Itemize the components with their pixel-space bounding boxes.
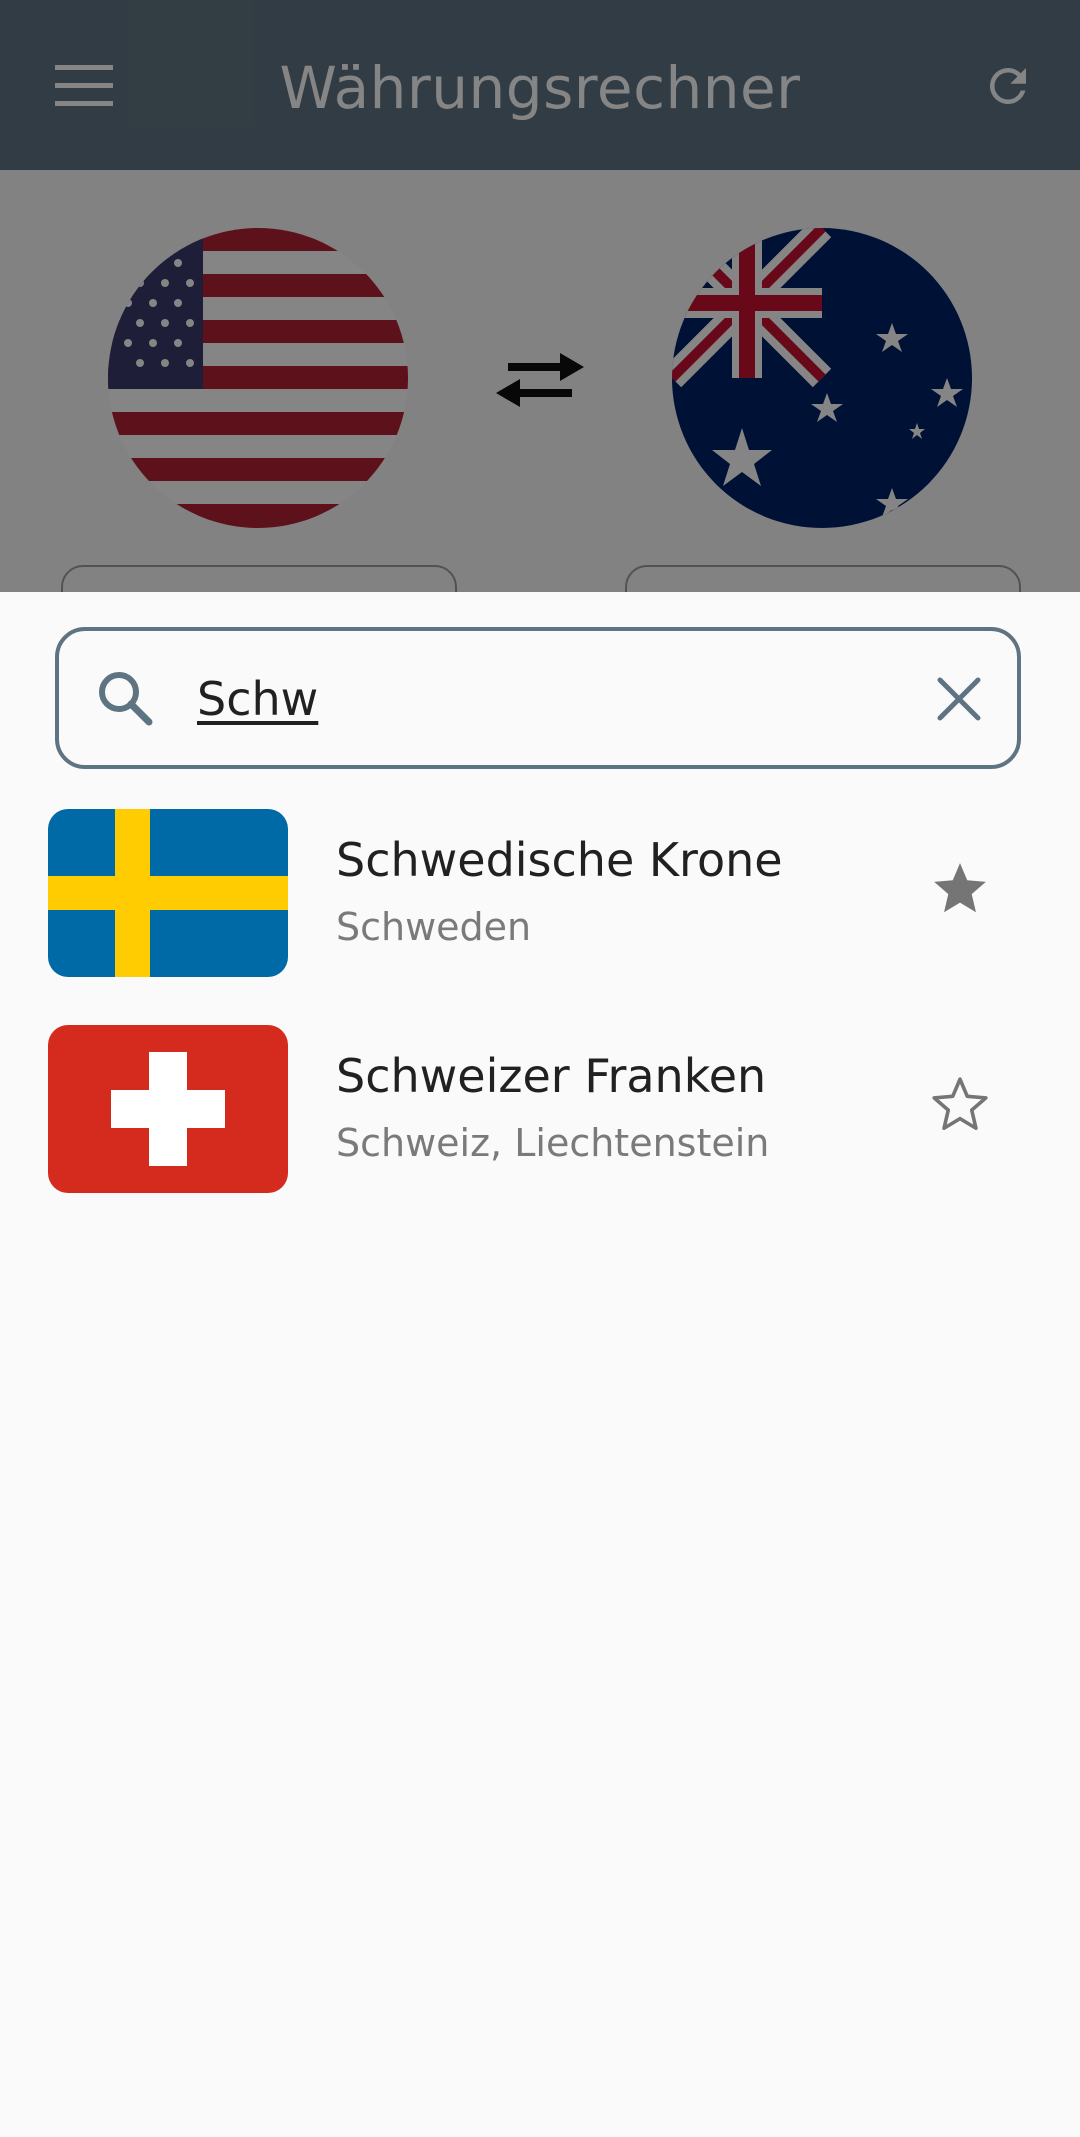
currency-result-list: Schwedische Krone Schweden Schweizer Fra… — [0, 809, 1080, 1241]
ch-flag-icon — [48, 1025, 288, 1193]
search-bar[interactable] — [55, 627, 1021, 769]
list-item[interactable]: Schwedische Krone Schweden — [0, 809, 1080, 1025]
list-item[interactable]: Schweizer Franken Schweiz, Liechtenstein — [0, 1025, 1080, 1241]
favorite-button[interactable] — [920, 1065, 1000, 1145]
currency-name: Schweizer Franken — [336, 1049, 767, 1103]
country-names: Schweiz, Liechtenstein — [336, 1121, 770, 1165]
currency-name: Schwedische Krone — [336, 833, 783, 887]
flag-image — [48, 1025, 288, 1193]
star-outline-icon — [932, 1077, 988, 1131]
search-input[interactable] — [197, 661, 817, 737]
favorite-button[interactable] — [920, 849, 1000, 929]
flag-image — [48, 809, 288, 977]
star-filled-icon — [934, 863, 986, 913]
clear-search-button[interactable] — [919, 659, 999, 739]
close-icon — [937, 677, 981, 721]
currency-picker-sheet: Schwedische Krone Schweden Schweizer Fra… — [0, 592, 1080, 2137]
country-names: Schweden — [336, 905, 532, 949]
search-icon — [99, 672, 153, 726]
se-flag-icon — [48, 809, 288, 977]
modal-scrim[interactable] — [0, 0, 1080, 592]
